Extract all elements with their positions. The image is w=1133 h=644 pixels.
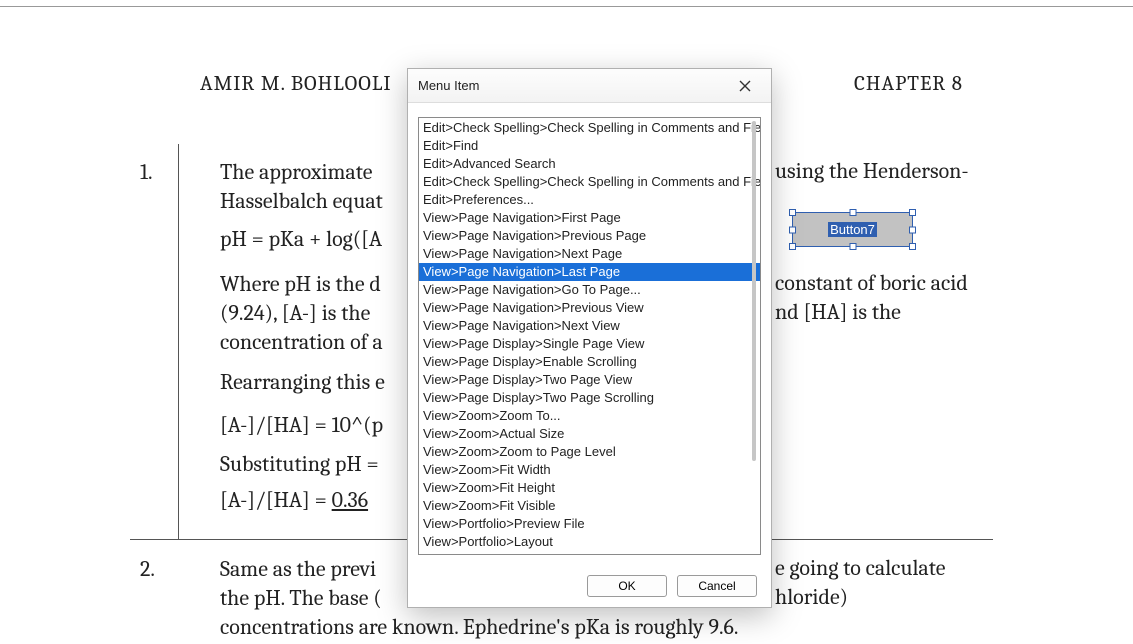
- menu-item[interactable]: View>Zoom>Fit Visible: [419, 497, 760, 515]
- menu-item[interactable]: View>Portfolio>Preview File: [419, 515, 760, 533]
- body-text: [A-]/[HA] =: [220, 487, 332, 513]
- resize-handle[interactable]: [909, 209, 916, 216]
- doc-header-author: AMIR M. BOHLOOLI: [200, 72, 392, 96]
- menu-item[interactable]: View>Page Display>Single Page View: [419, 335, 760, 353]
- menu-item[interactable]: View>Page Navigation>Next Page: [419, 245, 760, 263]
- ok-button[interactable]: OK: [587, 575, 667, 597]
- scrollbar[interactable]: [750, 119, 759, 553]
- form-field-button7[interactable]: Button7: [792, 212, 913, 247]
- body-text: Where pH is the d: [220, 270, 381, 300]
- form-field-label: Button7: [828, 222, 877, 237]
- body-text: Rearranging this e: [220, 368, 385, 398]
- body-text: [A-]/[HA] = 0.36: [220, 486, 368, 516]
- doc-header-chapter: CHAPTER 8: [854, 72, 963, 96]
- resize-handle[interactable]: [849, 209, 856, 216]
- menu-item[interactable]: View>Page Navigation>First Page: [419, 209, 760, 227]
- resize-handle[interactable]: [789, 209, 796, 216]
- menu-item[interactable]: View>Zoom>Fit Width: [419, 461, 760, 479]
- body-text: hloride): [775, 584, 848, 610]
- close-icon: [739, 80, 751, 92]
- menu-item[interactable]: Edit>Advanced Search: [419, 155, 760, 173]
- body-text: pH = pKa + log([A: [220, 225, 382, 255]
- body-text: Hasselbalch equat: [220, 187, 383, 217]
- close-button[interactable]: [727, 73, 763, 99]
- resize-handle[interactable]: [849, 243, 856, 250]
- body-text: concentrations are known. Ephedrine's pK…: [220, 613, 738, 643]
- menu-item[interactable]: View>Page Display>Enable Scrolling: [419, 353, 760, 371]
- menu-item[interactable]: Edit>Preferences...: [419, 191, 760, 209]
- scrollbar-thumb[interactable]: [752, 121, 756, 461]
- menu-item-dialog: Menu Item Edit>Check Spelling>Check Spel…: [407, 68, 772, 608]
- body-text: [A-]/[HA] = 10^(p: [220, 411, 383, 441]
- menu-item[interactable]: View>Zoom>Zoom to Page Level: [419, 443, 760, 461]
- body-text: concentration of a: [220, 328, 383, 358]
- dialog-button-row: OK Cancel: [408, 575, 771, 597]
- body-text: constant of boric acid: [775, 270, 968, 296]
- list-number-2: 2.: [140, 555, 155, 585]
- menu-item[interactable]: View>Zoom>Zoom To...: [419, 407, 760, 425]
- underlined-value: 0.36: [332, 487, 368, 513]
- body-text: Same as the previ: [220, 555, 376, 585]
- body-text: The approximate: [220, 158, 377, 188]
- body-text: nd [HA] is the: [775, 299, 901, 325]
- body-text: the pH. The base (: [220, 584, 382, 614]
- menu-item[interactable]: Edit>Check Spelling>Check Spelling in Co…: [419, 173, 760, 191]
- body-text: e going to calculate: [775, 555, 945, 581]
- margin-rule: [178, 144, 179, 539]
- menu-item[interactable]: View>Zoom>Actual Size: [419, 425, 760, 443]
- body-text: (9.24), [A-] is the: [220, 299, 375, 329]
- dialog-title: Menu Item: [418, 69, 479, 103]
- resize-handle[interactable]: [789, 243, 796, 250]
- cancel-button[interactable]: Cancel: [677, 575, 757, 597]
- menu-item[interactable]: Edit>Check Spelling>Check Spelling in Co…: [419, 119, 760, 137]
- menu-item[interactable]: View>Zoom>Fit Height: [419, 479, 760, 497]
- menu-item-listbox[interactable]: Edit>Check Spelling>Check Spelling in Co…: [418, 117, 761, 555]
- list-number-1: 1.: [140, 158, 153, 188]
- resize-handle[interactable]: [789, 226, 796, 233]
- menu-item[interactable]: Edit>Find: [419, 137, 760, 155]
- dialog-titlebar[interactable]: Menu Item: [408, 69, 771, 103]
- menu-item[interactable]: View>Page Display>Two Page View: [419, 371, 760, 389]
- menu-item[interactable]: View>Portfolio>Layout: [419, 533, 760, 551]
- menu-item[interactable]: View>Page Navigation>Go To Page...: [419, 281, 760, 299]
- menu-item[interactable]: View>Page Display>Two Page Scrolling: [419, 389, 760, 407]
- menu-item[interactable]: View>Page Navigation>Last Page: [419, 263, 760, 281]
- body-text: using the Henderson-: [775, 158, 969, 184]
- body-text: Substituting pH =: [220, 450, 379, 480]
- menu-item[interactable]: View>Page Navigation>Previous View: [419, 299, 760, 317]
- menu-item[interactable]: View>Page Navigation>Next View: [419, 317, 760, 335]
- resize-handle[interactable]: [909, 226, 916, 233]
- menu-item[interactable]: View>Page Navigation>Previous Page: [419, 227, 760, 245]
- resize-handle[interactable]: [909, 243, 916, 250]
